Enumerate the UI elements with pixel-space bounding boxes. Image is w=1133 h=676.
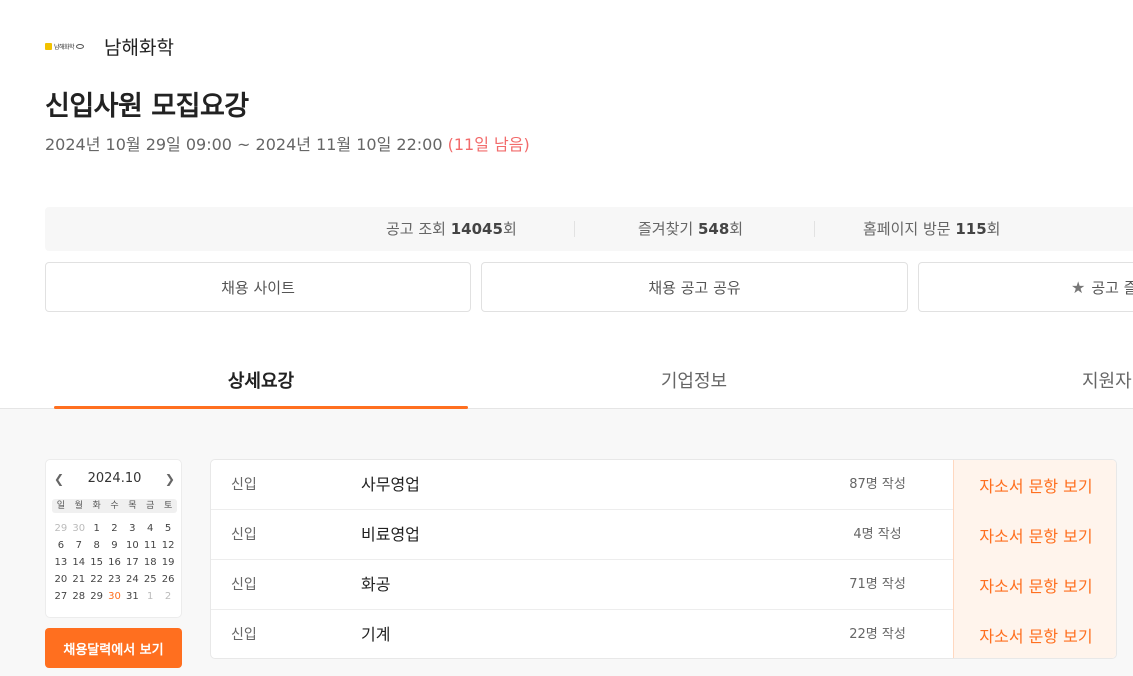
calendar-day[interactable]: 3: [123, 522, 141, 536]
tab-applicants[interactable]: 지원자: [920, 352, 1133, 408]
stat-views: 공고 조회 14045회: [386, 220, 517, 238]
recruit-calendar: ❮ 2024.10 ❯ 일월화수목금토 29 30 1 2 3 4 5 6 7 8 9 10 11 12 1…: [45, 459, 182, 618]
calendar-day[interactable]: 31: [123, 590, 141, 604]
period-text: 2024년 10월 29일 09:00 ~ 2024년 11월 10일 22:0…: [45, 135, 443, 154]
job-type: 신입: [231, 577, 257, 593]
detail-tabs: 상세요강 기업정보 지원자: [0, 352, 1133, 409]
job-row: 신입 사무영업 87명 작성 자소서 문항 보기: [211, 460, 1116, 510]
view-essay-questions-button[interactable]: 자소서 문항 보기: [953, 610, 1116, 658]
job-field[interactable]: 비료영업: [361, 510, 420, 560]
recruit-site-button[interactable]: 채용 사이트: [45, 262, 471, 312]
stat-homepage-visits: 홈페이지 방문 115회: [863, 220, 1001, 238]
tab-detail[interactable]: 상세요강: [54, 352, 468, 409]
star-icon: ★: [1071, 277, 1086, 297]
view-essay-questions-button[interactable]: 자소서 문항 보기: [953, 510, 1116, 560]
calendar-day[interactable]: 25: [141, 573, 159, 587]
calendar-day[interactable]: 16: [106, 556, 124, 570]
calendar-month: 2024.10: [87, 471, 142, 486]
tab-company-info[interactable]: 기업정보: [487, 352, 901, 408]
job-field[interactable]: 화공: [361, 560, 390, 610]
calendar-weekday: 월: [74, 501, 83, 511]
applicant-count: 87명 작성: [849, 477, 906, 492]
posting-period: 2024년 10월 29일 09:00 ~ 2024년 11월 10일 22:0…: [45, 131, 530, 155]
calendar-weekday: 목: [128, 501, 137, 511]
calendar-day[interactable]: 20: [52, 573, 70, 587]
page-title: 신입사원 모집요강: [45, 91, 249, 122]
chevron-right-icon[interactable]: ❯: [165, 472, 175, 486]
calendar-day[interactable]: 1: [141, 590, 159, 604]
calendar-weekday: 화: [92, 501, 101, 511]
calendar-day[interactable]: 26: [159, 573, 177, 587]
calendar-day[interactable]: 28: [70, 590, 88, 604]
view-essay-questions-button[interactable]: 자소서 문항 보기: [953, 460, 1116, 510]
calendar-day[interactable]: 22: [88, 573, 106, 587]
stats-bar: 공고 조회 14045회 즐겨찾기 548회 홈페이지 방문 115회: [45, 207, 1133, 251]
applicant-count: 22명 작성: [849, 627, 906, 642]
view-recruit-calendar-button[interactable]: 채용달력에서 보기: [45, 628, 182, 668]
calendar-day[interactable]: 1: [88, 522, 106, 536]
calendar-day[interactable]: 6: [52, 539, 70, 553]
calendar-day[interactable]: 11: [141, 539, 159, 553]
calendar-day[interactable]: 24: [123, 573, 141, 587]
calendar-day[interactable]: 12: [159, 539, 177, 553]
company-row: 남해화학 남해화학: [45, 33, 174, 60]
calendar-days: 29 30 1 2 3 4 5 6 7 8 9 10 11 12 13 14 15 16 17 18 19 20 21 22 2…: [52, 522, 177, 604]
calendar-day[interactable]: 7: [70, 539, 88, 553]
calendar-weekday: 토: [163, 501, 173, 511]
job-type: 신입: [231, 627, 257, 643]
job-list: 신입 사무영업 87명 작성 자소서 문항 보기 신입 비료영업 4명 작성 자소서 문항 보…: [210, 459, 1117, 659]
calendar-day[interactable]: 10: [123, 539, 141, 553]
calendar-day[interactable]: 21: [70, 573, 88, 587]
job-type: 신입: [231, 527, 257, 543]
calendar-day[interactable]: 29: [88, 590, 106, 604]
calendar-day[interactable]: 13: [52, 556, 70, 570]
calendar-day[interactable]: 17: [123, 556, 141, 570]
calendar-day[interactable]: 2: [106, 522, 124, 536]
stat-favorites: 즐겨찾기 548회: [638, 220, 744, 238]
calendar-weekdays: 일월화수목금토: [52, 499, 177, 513]
company-logo[interactable]: 남해화학: [45, 41, 87, 53]
logo-mark-icon: [45, 43, 52, 50]
job-field[interactable]: 기계: [361, 610, 390, 658]
calendar-header: ❮ 2024.10 ❯: [46, 471, 183, 486]
calendar-weekday: 금: [146, 501, 155, 511]
job-field[interactable]: 사무영업: [361, 460, 420, 510]
calendar-day[interactable]: 5: [159, 522, 177, 536]
calendar-day[interactable]: 29: [52, 522, 70, 536]
calendar-weekday: 수: [110, 501, 119, 511]
chevron-left-icon[interactable]: ❮: [54, 472, 64, 486]
calendar-day[interactable]: 14: [70, 556, 88, 570]
company-name[interactable]: 남해화학: [104, 33, 174, 60]
calendar-day[interactable]: 18: [141, 556, 159, 570]
logo-text: 남해화학: [54, 44, 75, 51]
view-essay-questions-button[interactable]: 자소서 문항 보기: [953, 560, 1116, 610]
calendar-weekday: 일: [56, 501, 66, 511]
favorite-posting-button[interactable]: ★ 공고 즐: [918, 262, 1133, 312]
posting-header: 남해화학 남해화학 신입사원 모집요강 2024년 10월 29일 09:00 …: [0, 0, 1133, 409]
remaining-days: (11일 남음): [447, 135, 530, 154]
applicant-count: 71명 작성: [849, 577, 906, 592]
job-row: 신입 기계 22명 작성 자소서 문항 보기: [211, 610, 1116, 658]
share-posting-button[interactable]: 채용 공고 공유: [481, 262, 908, 312]
logo-emblem-icon: [76, 44, 85, 49]
calendar-day[interactable]: 19: [159, 556, 177, 570]
calendar-day[interactable]: 30: [70, 522, 88, 536]
job-row: 신입 화공 71명 작성 자소서 문항 보기: [211, 560, 1116, 610]
calendar-day[interactable]: 23: [106, 573, 124, 587]
job-row: 신입 비료영업 4명 작성 자소서 문항 보기: [211, 510, 1116, 560]
calendar-day[interactable]: 8: [88, 539, 106, 553]
job-type: 신입: [231, 477, 257, 493]
applicant-count: 4명 작성: [853, 527, 902, 542]
calendar-day[interactable]: 27: [52, 590, 70, 604]
calendar-day[interactable]: 30: [106, 590, 124, 604]
stat-divider: [574, 221, 575, 237]
stat-divider: [814, 221, 815, 237]
calendar-day[interactable]: 2: [159, 590, 177, 604]
calendar-day[interactable]: 4: [141, 522, 159, 536]
calendar-day[interactable]: 15: [88, 556, 106, 570]
calendar-day[interactable]: 9: [106, 539, 124, 553]
